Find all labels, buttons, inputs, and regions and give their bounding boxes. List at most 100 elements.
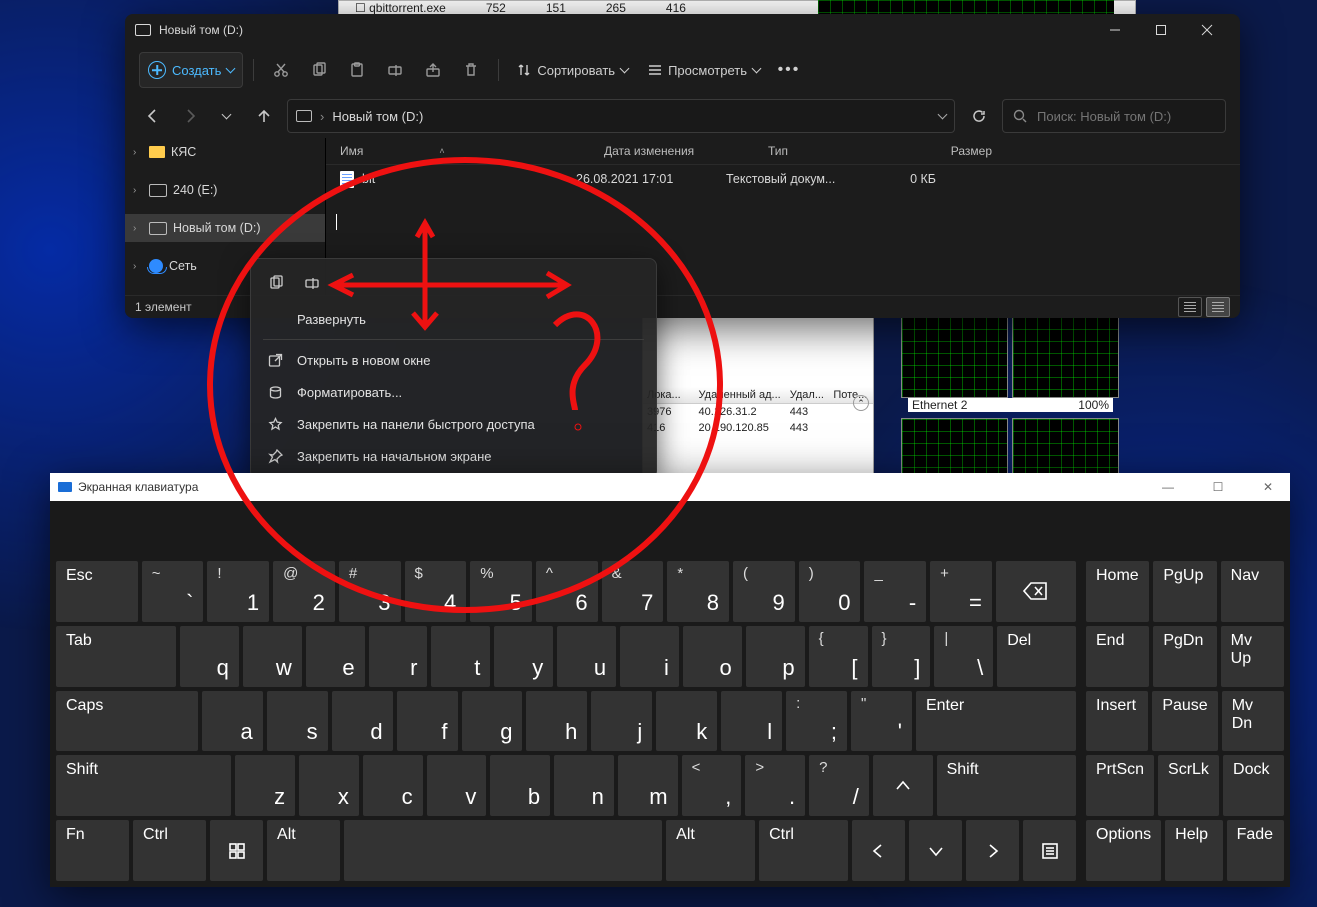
ctx-open-new-window[interactable]: Открыть в новом окне xyxy=(257,344,650,376)
tree-item-selected[interactable]: ›Новый том (D:) xyxy=(125,214,325,242)
key-backspace-icon[interactable] xyxy=(996,561,1076,622)
key-char[interactable]: :; xyxy=(786,691,847,752)
view-button[interactable]: Просмотреть xyxy=(640,53,768,87)
col-date[interactable]: Дата изменения xyxy=(590,144,754,158)
view-list-button[interactable] xyxy=(1206,297,1230,317)
forward-button[interactable] xyxy=(176,100,203,132)
col-type[interactable]: Тип xyxy=(754,144,888,158)
search-input[interactable] xyxy=(1035,108,1215,125)
titlebar[interactable]: Новый том (D:) xyxy=(125,14,1240,46)
key-tab[interactable]: Tab xyxy=(56,626,176,687)
key-up-icon[interactable] xyxy=(873,755,933,816)
key-enter[interactable]: Enter xyxy=(916,691,1076,752)
key-prtscn[interactable]: PrtScn xyxy=(1086,755,1154,816)
key-7[interactable]: &7 xyxy=(602,561,664,622)
cut-button[interactable] xyxy=(264,53,298,87)
key-n[interactable]: n xyxy=(554,755,614,816)
rename-button[interactable] xyxy=(378,53,412,87)
key-h[interactable]: h xyxy=(526,691,587,752)
key-dock[interactable]: Dock xyxy=(1223,755,1284,816)
key-r[interactable]: r xyxy=(369,626,428,687)
key-left-icon[interactable] xyxy=(852,820,905,881)
key-u[interactable]: u xyxy=(557,626,616,687)
key-shift[interactable]: Shift xyxy=(56,755,231,816)
key-j[interactable]: j xyxy=(591,691,652,752)
key-char[interactable]: >. xyxy=(745,755,805,816)
key-right-icon[interactable] xyxy=(966,820,1019,881)
maximize-button[interactable] xyxy=(1138,14,1184,46)
key-t[interactable]: t xyxy=(431,626,490,687)
key-1[interactable]: !1 xyxy=(207,561,269,622)
key-f[interactable]: f xyxy=(397,691,458,752)
back-button[interactable] xyxy=(139,100,166,132)
file-row[interactable]: bit 26.08.2021 17:01 Текстовый докум... … xyxy=(326,165,1240,193)
key-l[interactable]: l xyxy=(721,691,782,752)
key-b[interactable]: b xyxy=(490,755,550,816)
key-mvup[interactable]: Mv Up xyxy=(1221,626,1284,687)
osk-minimize-button[interactable]: — xyxy=(1146,473,1190,501)
view-details-button[interactable] xyxy=(1178,297,1202,317)
key-p[interactable]: p xyxy=(746,626,805,687)
key-3[interactable]: #3 xyxy=(339,561,401,622)
key-4[interactable]: $4 xyxy=(405,561,467,622)
key-char[interactable]: |\ xyxy=(934,626,993,687)
key-pgdn[interactable]: PgDn xyxy=(1153,626,1216,687)
key-fn[interactable]: Fn xyxy=(56,820,129,881)
key-menu-icon[interactable] xyxy=(1023,820,1076,881)
key-insert[interactable]: Insert xyxy=(1086,691,1148,752)
key-home[interactable]: Home xyxy=(1086,561,1149,622)
key-k[interactable]: k xyxy=(656,691,717,752)
key-2[interactable]: @2 xyxy=(273,561,335,622)
key-8[interactable]: *8 xyxy=(667,561,729,622)
osk-maximize-button[interactable]: ☐ xyxy=(1196,473,1240,501)
address-bar[interactable]: › Новый том (D:) xyxy=(287,99,955,133)
key-char[interactable]: "' xyxy=(851,691,912,752)
copy-button[interactable] xyxy=(302,53,336,87)
key-0[interactable]: )0 xyxy=(799,561,861,622)
key-mvdn[interactable]: Mv Dn xyxy=(1222,691,1284,752)
key-c[interactable]: c xyxy=(363,755,423,816)
ctx-pin-start[interactable]: Закрепить на начальном экране xyxy=(257,440,650,472)
close-button[interactable] xyxy=(1184,14,1230,46)
key-5[interactable]: %5 xyxy=(470,561,532,622)
key-m[interactable]: m xyxy=(618,755,678,816)
key-pause[interactable]: Pause xyxy=(1152,691,1217,752)
key-9[interactable]: (9 xyxy=(733,561,795,622)
key-esc[interactable]: Esc xyxy=(56,561,138,622)
search-bar[interactable] xyxy=(1002,99,1226,133)
key-i[interactable]: i xyxy=(620,626,679,687)
key-char[interactable]: ?/ xyxy=(809,755,869,816)
osk-titlebar[interactable]: Экранная клавиатура — ☐ ✕ xyxy=(50,473,1290,501)
more-button[interactable]: ••• xyxy=(772,53,806,87)
osk-close-button[interactable]: ✕ xyxy=(1246,473,1290,501)
ctx-expand[interactable]: Развернуть xyxy=(257,303,650,335)
key-s[interactable]: s xyxy=(267,691,328,752)
key-a[interactable]: a xyxy=(202,691,263,752)
key-ctrl[interactable]: Ctrl xyxy=(759,820,848,881)
key-y[interactable]: y xyxy=(494,626,553,687)
key-o[interactable]: o xyxy=(683,626,742,687)
key-w[interactable]: w xyxy=(243,626,302,687)
key-caps[interactable]: Caps xyxy=(56,691,198,752)
key-win-icon[interactable] xyxy=(210,820,263,881)
sort-button[interactable]: Сортировать xyxy=(509,53,636,87)
tree-item[interactable]: ›КЯС xyxy=(125,138,325,166)
key-space[interactable] xyxy=(344,820,662,881)
chevron-down-icon[interactable] xyxy=(938,109,948,119)
key-char[interactable]: <, xyxy=(682,755,742,816)
key-q[interactable]: q xyxy=(180,626,239,687)
ctx-format[interactable]: Форматировать... xyxy=(257,376,650,408)
col-name[interactable]: Имя xyxy=(340,144,363,158)
key-end[interactable]: End xyxy=(1086,626,1149,687)
recent-button[interactable] xyxy=(213,100,240,132)
share-button[interactable] xyxy=(416,53,450,87)
ctx-pin-quick-access[interactable]: Закрепить на панели быстрого доступа xyxy=(257,408,650,440)
col-size[interactable]: Размер xyxy=(888,144,1006,158)
chevron-up-icon[interactable]: ⌃ xyxy=(853,395,869,411)
key-x[interactable]: x xyxy=(299,755,359,816)
key-scrlk[interactable]: ScrLk xyxy=(1158,755,1219,816)
key-g[interactable]: g xyxy=(462,691,523,752)
key-char[interactable]: }] xyxy=(872,626,931,687)
key-d[interactable]: d xyxy=(332,691,393,752)
ctx-copy-button[interactable] xyxy=(261,269,291,297)
